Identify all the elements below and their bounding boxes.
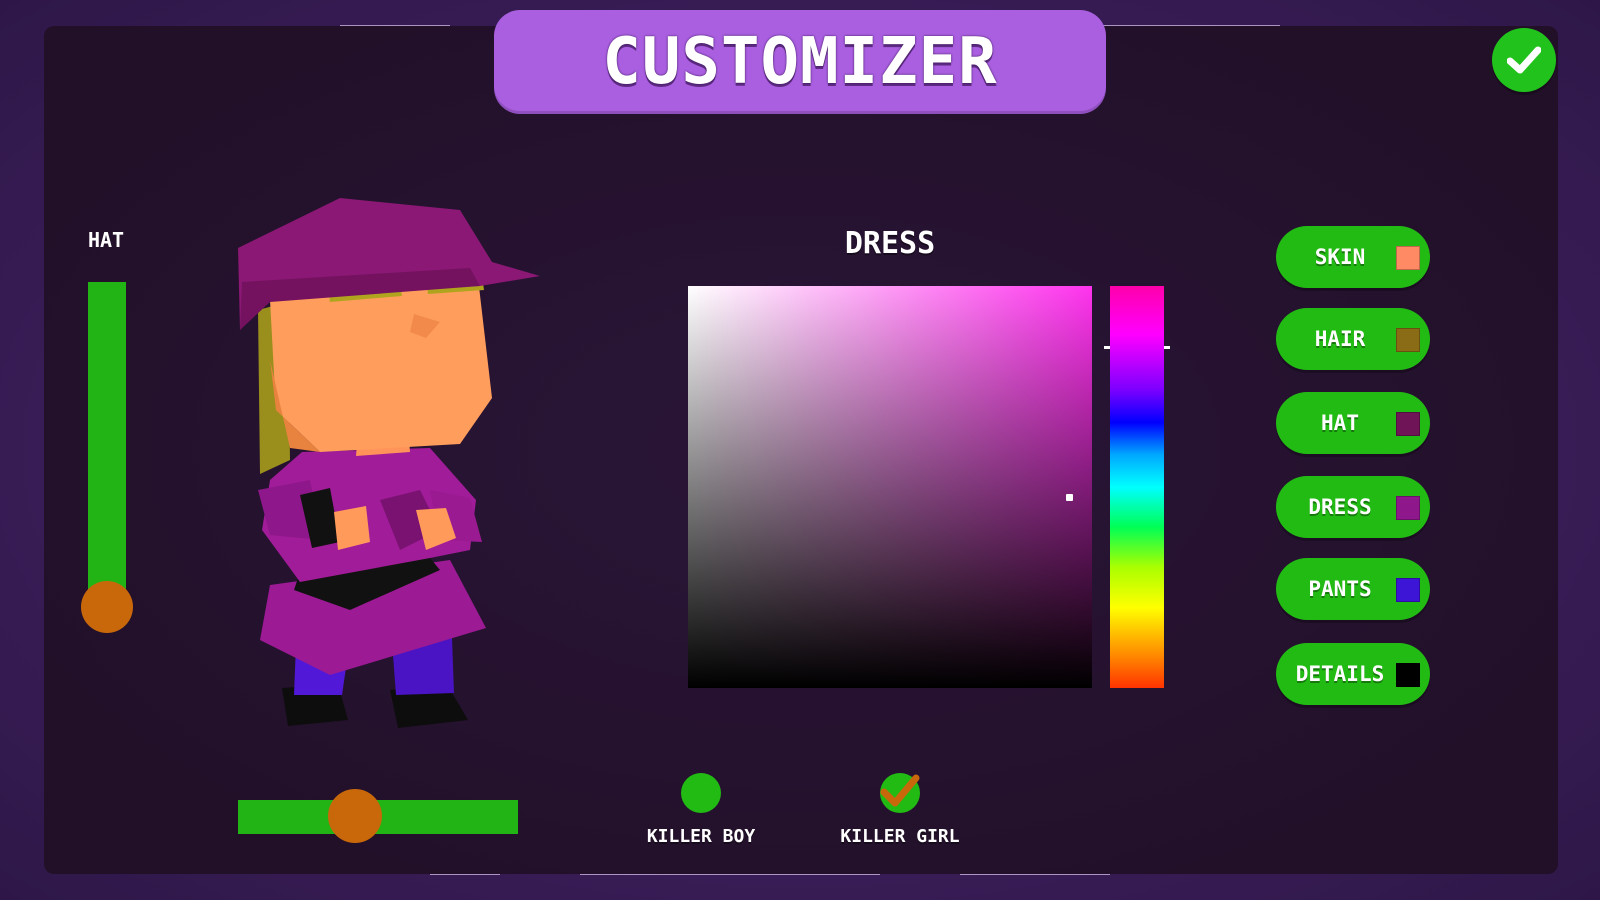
part-button-hat[interactable]: HAT <box>1276 392 1430 454</box>
hue-slider[interactable] <box>1110 286 1164 688</box>
color-swatch-details <box>1396 663 1420 687</box>
hue-marker-left[interactable] <box>1104 346 1110 349</box>
color-swatch-hair <box>1396 328 1420 352</box>
color-swatch-skin <box>1396 246 1420 270</box>
killer-girl-label: KILLER GIRL <box>840 826 960 847</box>
killer-boy-option[interactable] <box>681 773 721 813</box>
part-button-skin[interactable]: SKIN <box>1276 226 1430 288</box>
color-swatch-dress <box>1396 496 1420 520</box>
saturation-value-picker[interactable] <box>688 286 1092 688</box>
hue-marker-right[interactable] <box>1164 346 1170 349</box>
selected-check-icon <box>880 774 920 807</box>
face <box>270 278 492 452</box>
part-button-label: HAT <box>1321 411 1359 435</box>
part-button-label: DETAILS <box>1295 662 1385 686</box>
hat-slider-track[interactable] <box>88 282 126 602</box>
part-button-pants[interactable]: PANTS <box>1276 558 1430 620</box>
rotation-slider-knob[interactable] <box>328 789 382 843</box>
part-button-hair[interactable]: HAIR <box>1276 308 1430 370</box>
checkmark-icon <box>1507 46 1541 74</box>
hat-slider-label: HAT <box>87 228 125 252</box>
saturation-value-cursor[interactable] <box>1066 494 1073 501</box>
part-button-label: HAIR <box>1314 327 1366 351</box>
killer-boy-label: KILLER BOY <box>646 826 756 847</box>
color-swatch-pants <box>1396 578 1420 602</box>
hat-slider-knob[interactable] <box>81 581 133 633</box>
part-button-label: DRESS <box>1308 495 1372 519</box>
title-banner: CUSTOMIZER <box>494 10 1106 114</box>
page-title: CUSTOMIZER <box>602 25 998 99</box>
color-swatch-hat <box>1396 412 1420 436</box>
part-button-label: SKIN <box>1314 245 1366 269</box>
confirm-button[interactable] <box>1492 28 1556 92</box>
color-picker-title: DRESS <box>844 226 936 261</box>
character-preview[interactable] <box>230 190 560 750</box>
part-button-dress[interactable]: DRESS <box>1276 476 1430 538</box>
part-button-label: PANTS <box>1308 577 1372 601</box>
part-button-details[interactable]: DETAILS <box>1276 643 1430 705</box>
